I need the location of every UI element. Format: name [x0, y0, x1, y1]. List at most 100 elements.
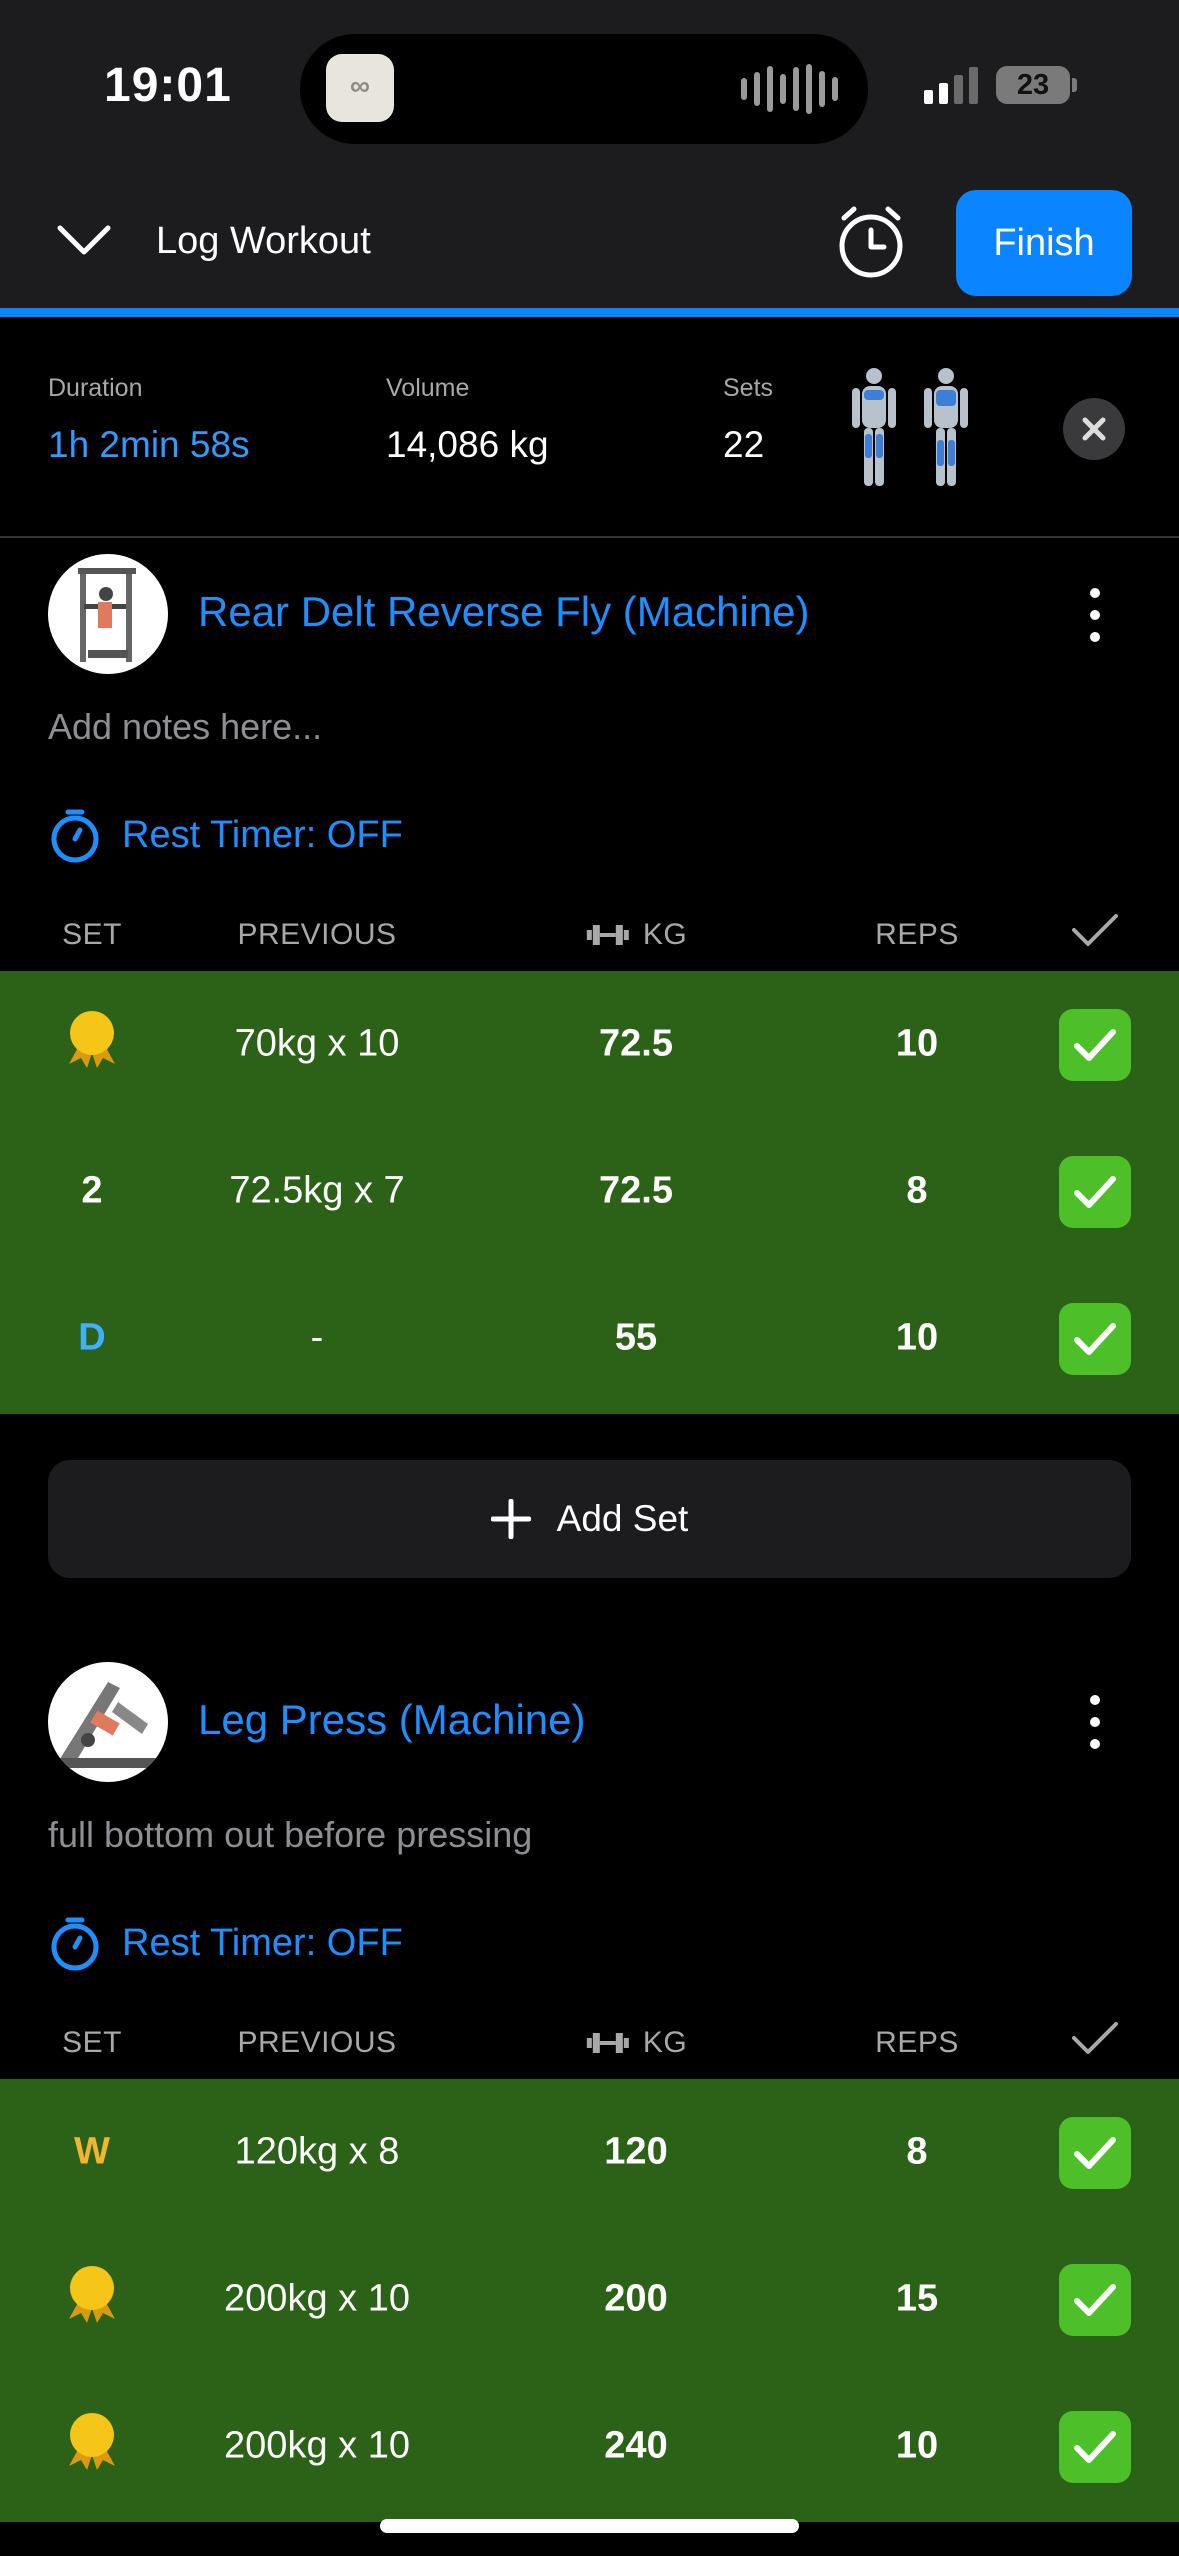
notes-input[interactable]: full bottom out before pressing: [48, 1814, 532, 1856]
kg-input[interactable]: 120: [604, 2131, 667, 2174]
previous-value: 120kg x 8: [234, 2130, 400, 2173]
duration-label: Duration: [48, 374, 143, 402]
previous-value: -: [310, 1316, 324, 1359]
col-check-icon: [1070, 910, 1120, 955]
kg-input[interactable]: 72.5: [599, 1023, 673, 1066]
battery-level: 23: [1016, 69, 1050, 101]
set-row: W 120kg x 8 120 8: [0, 2079, 1179, 2225]
battery-icon: 23: [996, 66, 1070, 104]
dumbbell-icon: [586, 925, 629, 945]
duration-value: 1h 2min 58s: [48, 424, 250, 465]
reps-input[interactable]: 10: [896, 2425, 938, 2468]
battery-tip: [1072, 78, 1077, 92]
previous-value: 200kg x 10: [224, 2277, 410, 2320]
rest-timer-label: Rest Timer: OFF: [122, 1921, 403, 1964]
volume-label: Volume: [386, 374, 470, 402]
close-button[interactable]: [1063, 398, 1125, 460]
volume-value: 14,086 kg: [386, 424, 549, 465]
check-icon: [1074, 1029, 1116, 1061]
complete-checkbox[interactable]: [1059, 1009, 1131, 1081]
sets-value: 22: [723, 424, 765, 465]
more-options-icon[interactable]: [1075, 1695, 1115, 1749]
reps-input[interactable]: 10: [896, 1317, 938, 1360]
rest-timer-button[interactable]: Rest Timer: OFF: [48, 1914, 403, 1972]
muscle-map-icon[interactable]: [846, 366, 976, 495]
reps-input[interactable]: 8: [906, 2131, 927, 2174]
col-previous: PREVIOUS: [237, 2026, 397, 2059]
sets-table: W 120kg x 8 120 8 200kg x 10 200 15 200k…: [0, 2079, 1179, 2522]
medal-icon[interactable]: [59, 2408, 125, 2484]
page-title: Log Workout: [156, 220, 371, 262]
dumbbell-icon: [586, 2033, 629, 2053]
stopwatch-icon: [51, 809, 99, 863]
cellular-signal-icon: [924, 66, 978, 104]
check-icon: [1074, 2431, 1116, 2463]
status-bar: 19:01 ∞ 23: [0, 0, 1179, 180]
kg-input[interactable]: 72.5: [599, 1170, 673, 1213]
divider: [0, 536, 1179, 538]
stopwatch-icon: [51, 1917, 99, 1971]
sets-table: 70kg x 10 72.5 10 2 72.5kg x 7 72.5 8 D …: [0, 971, 1179, 1414]
complete-checkbox[interactable]: [1059, 2411, 1131, 2483]
col-set: SET: [62, 2026, 122, 2059]
complete-checkbox[interactable]: [1059, 1156, 1131, 1228]
finish-button[interactable]: Finish: [956, 190, 1132, 296]
check-icon: [1074, 1323, 1116, 1355]
col-kg-label: KG: [642, 2026, 688, 2059]
rest-timer-button[interactable]: Rest Timer: OFF: [48, 806, 403, 864]
plus-icon: [490, 1499, 531, 1539]
status-time: 19:01: [104, 59, 232, 112]
set-row: 200kg x 10 240 10: [0, 2373, 1179, 2519]
kg-input[interactable]: 240: [604, 2425, 667, 2468]
reps-input[interactable]: 10: [896, 1023, 938, 1066]
set-row: 2 72.5kg x 7 72.5 8: [0, 1118, 1179, 1264]
complete-checkbox[interactable]: [1059, 2117, 1131, 2189]
col-previous: PREVIOUS: [237, 918, 397, 951]
kg-input[interactable]: 200: [604, 2278, 667, 2321]
kg-input[interactable]: 55: [615, 1317, 657, 1360]
set-row: 200kg x 10 200 15: [0, 2226, 1179, 2372]
medal-icon[interactable]: [59, 2261, 125, 2337]
check-icon: [1074, 2284, 1116, 2316]
set-row: 70kg x 10 72.5 10: [0, 971, 1179, 1117]
more-options-icon[interactable]: [1075, 588, 1115, 642]
sets-label: Sets: [723, 374, 774, 402]
progress-bar: [0, 308, 1179, 317]
alarm-clock-icon[interactable]: [836, 204, 906, 285]
chevron-down-icon[interactable]: [56, 222, 112, 263]
rest-timer-label: Rest Timer: OFF: [122, 813, 403, 856]
app-header: Log Workout Finish: [0, 180, 1179, 308]
set-number[interactable]: 2: [81, 1170, 102, 1213]
previous-value: 72.5kg x 7: [229, 1169, 405, 1212]
home-indicator[interactable]: [380, 2519, 799, 2533]
exercise-thumbnail[interactable]: [48, 1662, 168, 1782]
set-type-drop[interactable]: D: [78, 1317, 105, 1360]
check-icon: [1074, 2137, 1116, 2169]
notes-input[interactable]: Add notes here...: [48, 706, 322, 748]
add-set-label: Add Set: [556, 1498, 689, 1539]
complete-checkbox[interactable]: [1059, 2264, 1131, 2336]
complete-checkbox[interactable]: [1059, 1303, 1131, 1375]
reps-input[interactable]: 8: [906, 1170, 927, 1213]
exercise-name-link[interactable]: Leg Press (Machine): [198, 1696, 586, 1744]
col-check-icon: [1070, 2018, 1120, 2063]
close-icon: [1082, 417, 1106, 441]
col-kg: KG: [585, 2026, 687, 2060]
previous-value: 200kg x 10: [224, 2424, 410, 2467]
waveform-icon: [741, 64, 838, 114]
add-set-button[interactable]: Add Set: [48, 1460, 1131, 1578]
col-set: SET: [62, 918, 122, 951]
reps-input[interactable]: 15: [896, 2278, 938, 2321]
medal-icon[interactable]: [59, 1006, 125, 1082]
col-kg-label: KG: [642, 918, 688, 951]
dynamic-island[interactable]: ∞: [300, 34, 868, 144]
app-icon: ∞: [326, 54, 394, 122]
col-reps: REPS: [875, 2026, 959, 2059]
set-type-warmup[interactable]: W: [74, 2131, 110, 2174]
exercise-thumbnail[interactable]: [48, 554, 168, 674]
col-reps: REPS: [875, 918, 959, 951]
previous-value: 70kg x 10: [234, 1022, 400, 1065]
exercise-name-link[interactable]: Rear Delt Reverse Fly (Machine): [198, 588, 810, 636]
check-icon: [1074, 1176, 1116, 1208]
set-row: D - 55 10: [0, 1265, 1179, 1411]
